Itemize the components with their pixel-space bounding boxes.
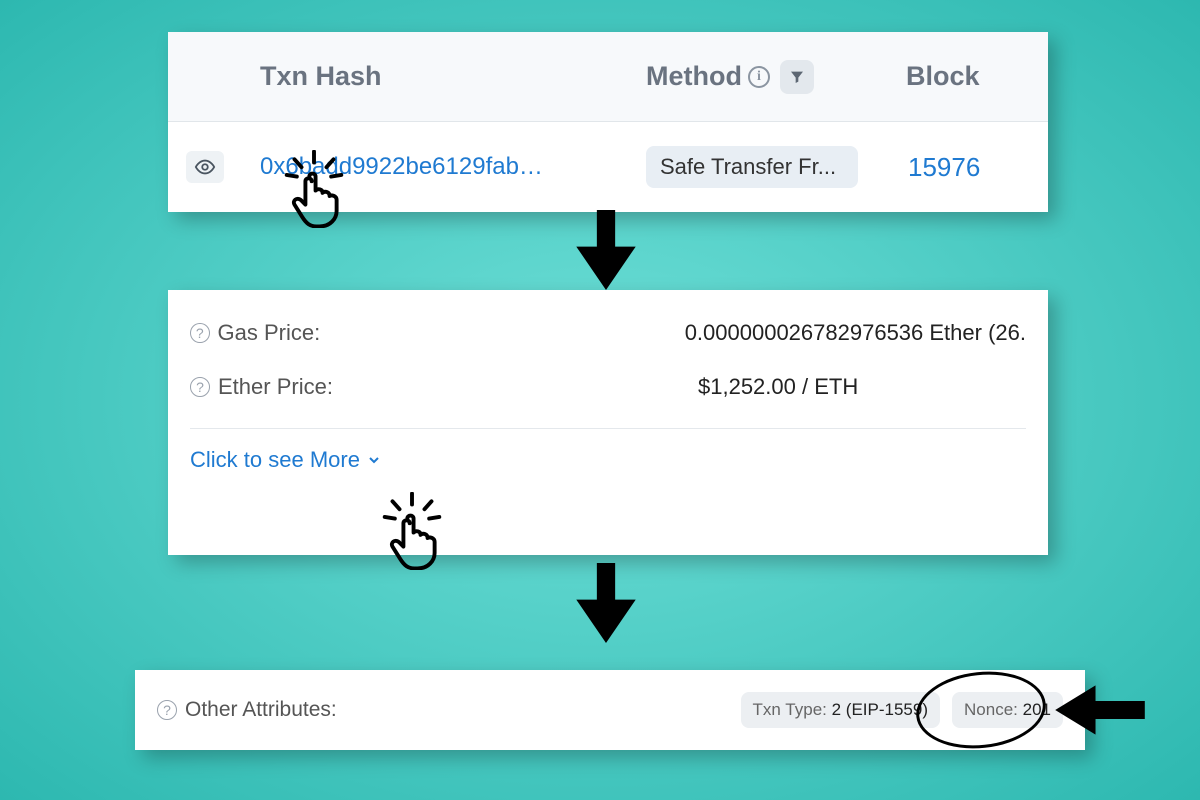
method-chip[interactable]: Safe Transfer Fr... xyxy=(646,146,858,188)
info-icon[interactable]: i xyxy=(748,66,770,88)
table-row: 0x6badd9922be6129fab… Safe Transfer Fr..… xyxy=(168,122,1048,212)
help-icon[interactable]: ? xyxy=(190,377,210,397)
block-link[interactable]: 15976 xyxy=(908,152,980,183)
col-header-txn-hash: Txn Hash xyxy=(260,61,646,92)
transactions-table-panel: Txn Hash Method i Block 0x6badd9922be612… xyxy=(168,32,1048,212)
arrow-down-icon xyxy=(570,210,642,295)
funnel-icon xyxy=(789,69,805,85)
txn-type-label: Txn Type: xyxy=(753,700,827,719)
see-more-label: Click to see More xyxy=(190,447,360,473)
detail-row-ether-price: ? Ether Price: $1,252.00 / ETH xyxy=(190,374,1026,400)
help-icon[interactable]: ? xyxy=(190,323,210,343)
arrow-left-icon xyxy=(1055,682,1145,743)
col-header-block: Block xyxy=(906,61,980,92)
txn-details-panel: ? Gas Price: 0.000000026782976536 Ether … xyxy=(168,290,1048,555)
eye-icon xyxy=(194,156,216,178)
txn-type-pill: Txn Type: 2 (EIP-1559) xyxy=(741,692,940,728)
txn-type-value: 2 (EIP-1559) xyxy=(832,700,928,719)
detail-label: Ether Price: xyxy=(218,374,698,400)
col-header-method-label: Method xyxy=(646,61,742,92)
click-to-see-more-link[interactable]: Click to see More xyxy=(190,447,382,473)
col-header-method: Method i xyxy=(646,60,906,94)
other-attributes-label: ? Other Attributes: xyxy=(157,698,337,722)
table-header-row: Txn Hash Method i Block xyxy=(168,32,1048,122)
divider xyxy=(190,428,1026,429)
detail-row-gas-price: ? Gas Price: 0.000000026782976536 Ether … xyxy=(190,320,1026,346)
help-icon[interactable]: ? xyxy=(157,700,177,720)
detail-value: $1,252.00 / ETH xyxy=(698,374,858,400)
other-attributes-text: Other Attributes: xyxy=(185,698,337,722)
txn-hash-link[interactable]: 0x6badd9922be6129fab… xyxy=(260,153,646,181)
filter-button[interactable] xyxy=(780,60,814,94)
arrow-down-icon xyxy=(570,563,642,648)
detail-label: Gas Price: xyxy=(218,320,685,346)
chevron-down-icon xyxy=(366,452,382,468)
detail-value: 0.000000026782976536 Ether (26. xyxy=(685,320,1026,346)
view-details-button[interactable] xyxy=(186,151,224,183)
